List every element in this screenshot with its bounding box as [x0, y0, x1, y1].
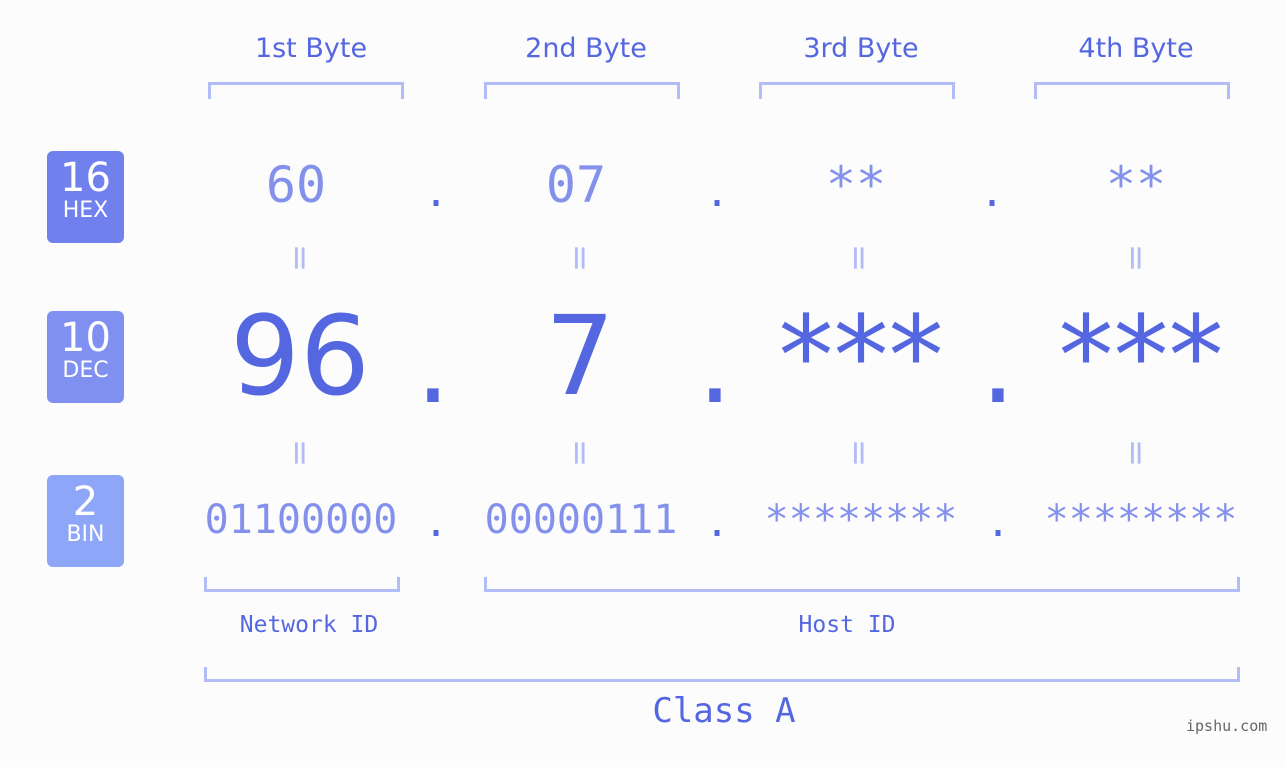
- hex-byte-3: **: [825, 156, 887, 214]
- byte-header-3: 3rd Byte: [803, 33, 919, 64]
- hex-byte-4: **: [1105, 156, 1167, 214]
- hex-base-unit: HEX: [62, 198, 109, 223]
- host-id-label: Host ID: [798, 612, 896, 638]
- byte-header-2: 2nd Byte: [525, 33, 647, 64]
- class-bracket: [204, 667, 1240, 682]
- hex-badge: 16 HEX: [47, 151, 124, 243]
- equals-sign-dec-bin-3: =: [839, 438, 879, 468]
- equals-sign-dec-bin-1: =: [280, 438, 320, 468]
- host-id-bracket: [484, 577, 1240, 592]
- equals-sign-hex-dec-3: =: [839, 243, 879, 273]
- dec-dot-1: .: [415, 300, 451, 428]
- network-id-label: Network ID: [239, 612, 379, 638]
- equals-sign-hex-dec-4: =: [1116, 243, 1156, 273]
- dec-badge: 10 DEC: [47, 311, 124, 403]
- bin-badge: 2 BIN: [47, 475, 124, 567]
- byte-bracket-4: [1034, 82, 1230, 99]
- bin-base-number: 2: [72, 479, 99, 525]
- class-label: Class A: [652, 691, 796, 731]
- bin-base-unit: BIN: [66, 522, 105, 547]
- dec-base-unit: DEC: [62, 358, 109, 383]
- byte-bracket-3: [759, 82, 955, 99]
- dec-byte-4: ***: [1058, 292, 1224, 420]
- equals-sign-hex-dec-2: =: [560, 243, 600, 273]
- byte-bracket-2: [484, 82, 680, 99]
- byte-bracket-1: [208, 82, 404, 99]
- dec-byte-1: 96: [230, 292, 370, 420]
- equals-sign-hex-dec-1: =: [280, 243, 320, 273]
- hex-base-number: 16: [60, 155, 111, 201]
- hex-byte-1: 60: [265, 156, 327, 214]
- equals-sign-dec-bin-4: =: [1116, 438, 1156, 468]
- dec-base-number: 10: [60, 315, 111, 361]
- equals-sign-dec-bin-2: =: [560, 438, 600, 468]
- dec-dot-2: .: [697, 300, 733, 428]
- bin-byte-4: ********: [1044, 497, 1238, 543]
- bin-byte-2: 00000111: [484, 497, 678, 543]
- watermark: ipshu.com: [1186, 717, 1268, 735]
- dec-byte-3: ***: [778, 292, 944, 420]
- bin-byte-3: ********: [764, 497, 958, 543]
- byte-header-1: 1st Byte: [254, 33, 368, 64]
- network-id-bracket: [204, 577, 400, 592]
- hex-byte-2: 07: [545, 156, 607, 214]
- bin-byte-1: 01100000: [204, 497, 398, 543]
- dec-byte-2: 7: [545, 292, 615, 420]
- byte-header-4: 4th Byte: [1078, 33, 1194, 64]
